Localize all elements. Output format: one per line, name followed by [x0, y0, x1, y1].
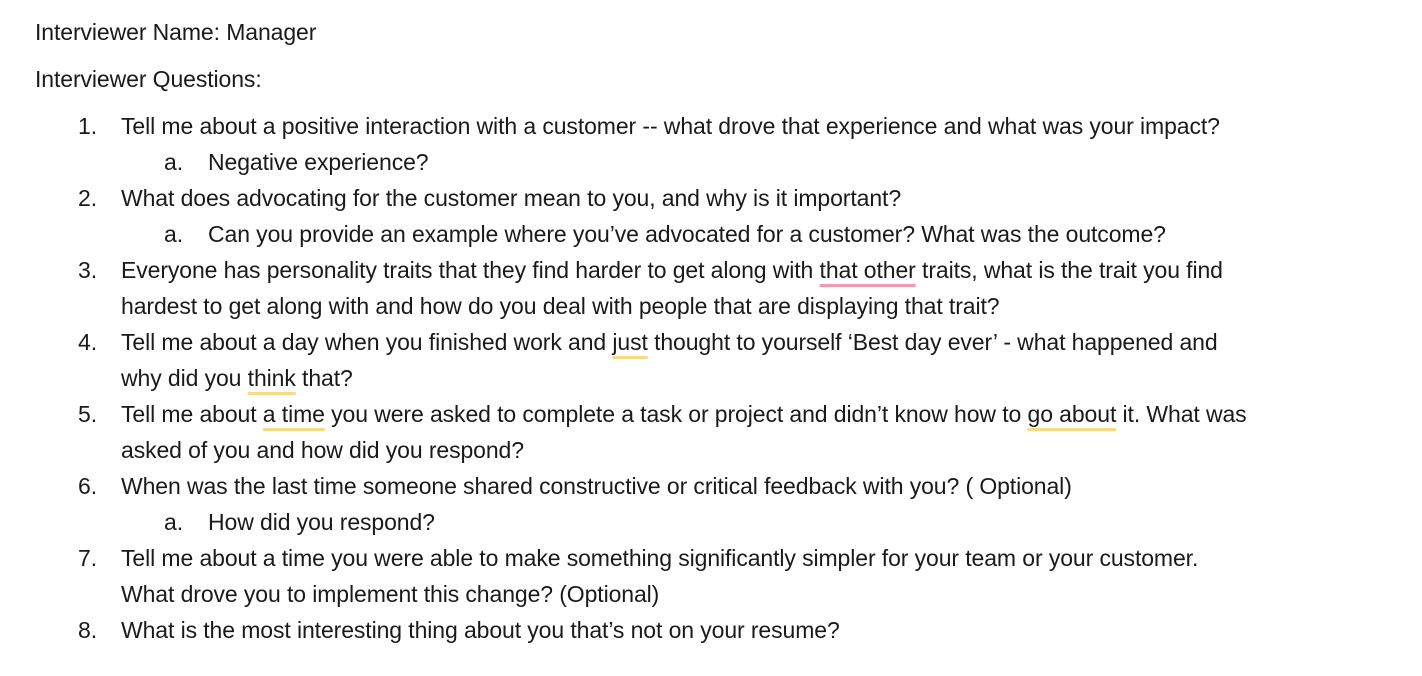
grammar-suggestion: go about — [1027, 401, 1117, 427]
question-number: 2. — [78, 185, 98, 211]
question-text-segment: Everyone has personality traits that the… — [121, 257, 820, 283]
question-text-segment: traits, what is the trait you find — [915, 257, 1223, 283]
question-text-line: What is the most interesting thing about… — [121, 616, 840, 644]
sub-question-letter: a. — [164, 221, 184, 247]
sub-question-text: How did you respond? — [208, 509, 435, 535]
question-text-line: Tell me about a day when you finished wo… — [121, 328, 1218, 356]
sub-question-text: Can you provide an example where you’ve … — [208, 221, 1166, 247]
question-text-segment: asked of you and how did you respond? — [121, 437, 524, 463]
question-text-line: What drove you to implement this change?… — [121, 580, 659, 608]
question-text-segment: hardest to get along with and how do you… — [121, 293, 1000, 319]
interviewer-name-value: Manager — [226, 19, 317, 45]
question-text-segment: why did you — [121, 365, 248, 391]
question-text-segment: What is the most interesting thing about… — [121, 617, 840, 643]
question-text-segment: you were asked to complete a task or pro… — [324, 401, 1028, 427]
question-number: 1. — [78, 113, 98, 139]
question-text-line: Tell me about a time you were asked to c… — [121, 400, 1247, 428]
question-text-line: Tell me about a time you were able to ma… — [121, 544, 1198, 572]
question-number: 4. — [78, 329, 98, 355]
question-text-segment: What drove you to implement this change?… — [121, 581, 660, 607]
question-text-segment: thought to yourself ‘Best day ever’ - wh… — [647, 329, 1218, 355]
question-text-segment: Tell me about a time you were able to ma… — [121, 545, 1199, 571]
question-text-line: Everyone has personality traits that the… — [121, 256, 1223, 284]
question-text-segment: When was the last time someone shared co… — [121, 473, 1072, 499]
question-text-line: hardest to get along with and how do you… — [121, 292, 1000, 320]
sub-question-letter: a. — [164, 149, 184, 175]
grammar-suggestion: just — [612, 329, 648, 355]
spelling-suggestion: that other — [819, 257, 916, 283]
question-text-segment: it. What was — [1116, 401, 1247, 427]
question-text-line: asked of you and how did you respond? — [121, 436, 524, 464]
question-text-segment: Tell me about a day when you finished wo… — [121, 329, 613, 355]
question-number: 7. — [78, 545, 98, 571]
sub-question-letter: a. — [164, 509, 184, 535]
question-number: 3. — [78, 257, 98, 283]
question-text-segment: Tell me about — [121, 401, 263, 427]
grammar-suggestion: think — [247, 365, 296, 391]
question-number: 5. — [78, 401, 98, 427]
question-number: 6. — [78, 473, 98, 499]
question-text-line: Tell me about a positive interaction wit… — [121, 112, 1220, 140]
question-text-segment: Tell me about a positive interaction wit… — [121, 113, 1220, 139]
interviewer-name-line: Interviewer Name: Manager — [35, 18, 316, 46]
document-page: Interviewer Name: Manager Interviewer Qu… — [0, 0, 1422, 676]
question-number: 8. — [78, 617, 98, 643]
grammar-suggestion: a time — [262, 401, 325, 427]
sub-question-text: Negative experience? — [208, 149, 429, 175]
questions-heading: Interviewer Questions: — [35, 66, 262, 92]
question-text-line: why did you think that? — [121, 364, 353, 392]
interviewer-name-label: Interviewer Name: — [35, 19, 220, 45]
question-text-line: When was the last time someone shared co… — [121, 472, 1072, 500]
question-text-line: What does advocating for the customer me… — [121, 184, 901, 212]
question-text-segment: What does advocating for the customer me… — [121, 185, 902, 211]
question-text-segment: that? — [295, 365, 353, 391]
